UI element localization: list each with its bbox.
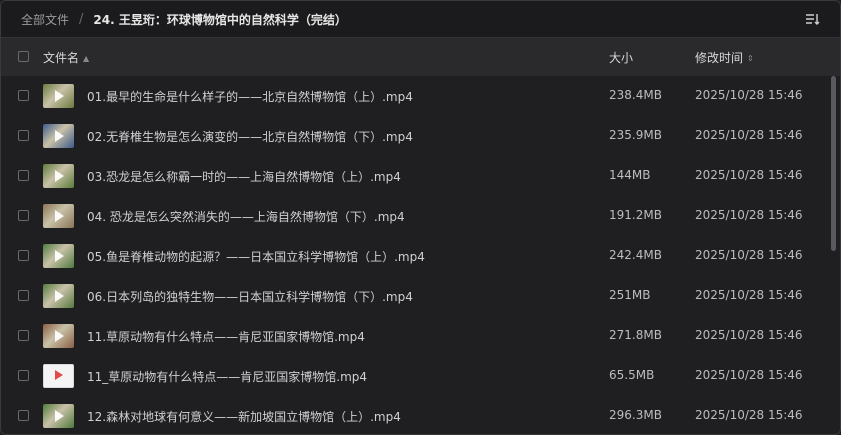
breadcrumb: 全部文件 / 24. 王昱珩：环球博物馆中的自然科学（完结） [1,1,840,38]
table-row[interactable]: 11.草原动物有什么特点——肯尼亚国家博物馆.mp4 271.8MB 2025/10… [1,316,828,356]
table-row[interactable]: 06.日本列岛的独特生物——日本国立科学博物馆（下）.mp4 251MB 2025/… [1,276,828,316]
video-thumbnail [43,84,74,108]
row-checkbox[interactable] [18,210,29,221]
play-icon [55,90,64,102]
breadcrumb-root[interactable]: 全部文件 [21,11,69,28]
row-checkbox[interactable] [18,290,29,301]
table-header: 文件名 ▲ 大小 修改时间 ⇕ [1,38,840,76]
file-name[interactable]: 12.森林对地球有何意义——新加坡国立博物馆（上）.mp4 [87,408,401,425]
table-row[interactable]: 11_草原动物有什么特点——肯尼亚国家博物馆.mp4 65.5MB 2025/10/… [1,356,828,396]
row-checkbox[interactable] [18,90,29,101]
breadcrumb-separator: / [79,11,84,27]
file-browser-window: 全部文件 / 24. 王昱珩：环球博物馆中的自然科学（完结） 文件名 ▲ 大小 修… [0,0,841,435]
column-header-size[interactable]: 大小 [609,49,633,66]
file-name[interactable]: 05.鱼是脊椎动物的起源？——日本国立科学博物馆（上）.mp4 [87,248,425,265]
play-icon [55,210,64,222]
table-row[interactable]: 02.无脊椎生物是怎么演变的——北京自然博物馆（下）.mp4 235.9MB 202… [1,116,828,156]
video-thumbnail [43,404,74,428]
column-header-name[interactable]: 文件名 ▲ [43,49,89,66]
play-icon [55,410,64,422]
file-modified-time: 2025/10/28 15:46 [695,128,803,142]
play-icon [55,170,64,182]
file-modified-time: 2025/10/28 15:46 [695,368,803,382]
file-modified-time: 2025/10/28 15:46 [695,288,803,302]
play-icon [55,290,64,302]
video-thumbnail [43,204,74,228]
file-modified-time: 2025/10/28 15:46 [695,328,803,342]
video-thumbnail [43,124,74,148]
file-size: 296.3MB [609,408,662,422]
file-size: 235.9MB [609,128,662,142]
breadcrumb-current-folder: 24. 王昱珩：环球博物馆中的自然科学（完结） [93,12,347,27]
play-icon [55,370,63,380]
play-icon [55,330,64,342]
file-size: 144MB [609,168,651,182]
file-size: 271.8MB [609,328,662,342]
file-list: 01.最早的生命是什么样子的——北京自然博物馆（上）.mp4 238.4MB 202… [1,76,828,434]
video-file-icon [43,364,74,388]
row-checkbox[interactable] [18,250,29,261]
file-size: 191.2MB [609,208,662,222]
file-modified-time: 2025/10/28 15:46 [695,408,803,422]
vertical-scrollbar[interactable] [831,76,836,251]
file-name[interactable]: 01.最早的生命是什么样子的——北京自然博物馆（上）.mp4 [87,88,413,105]
play-icon [55,250,64,262]
table-row[interactable]: 05.鱼是脊椎动物的起源？——日本国立科学博物馆（上）.mp4 242.4MB 20… [1,236,828,276]
file-name[interactable]: 03.恐龙是怎么称霸一时的——上海自然博物馆（上）.mp4 [87,168,401,185]
file-name[interactable]: 02.无脊椎生物是怎么演变的——北京自然博物馆（下）.mp4 [87,128,413,145]
row-checkbox[interactable] [18,170,29,181]
row-checkbox[interactable] [18,370,29,381]
file-modified-time: 2025/10/28 15:46 [695,88,803,102]
sort-toggle-icon: ⇕ [747,54,754,63]
file-modified-time: 2025/10/28 15:46 [695,248,803,262]
file-size: 65.5MB [609,368,655,382]
play-icon [55,130,64,142]
file-size: 238.4MB [609,88,662,102]
select-all-checkbox[interactable] [18,51,29,62]
table-row[interactable]: 12.森林对地球有何意义——新加坡国立博物馆（上）.mp4 296.3MB 2025… [1,396,828,434]
sort-list-icon[interactable] [804,11,820,27]
video-thumbnail [43,244,74,268]
video-thumbnail [43,164,74,188]
file-size: 242.4MB [609,248,662,262]
video-thumbnail [43,324,74,348]
row-checkbox[interactable] [18,410,29,421]
file-modified-time: 2025/10/28 15:46 [695,208,803,222]
row-checkbox[interactable] [18,330,29,341]
row-checkbox[interactable] [18,130,29,141]
table-row[interactable]: 03.恐龙是怎么称霸一时的——上海自然博物馆（上）.mp4 144MB 2025/1… [1,156,828,196]
table-row[interactable]: 01.最早的生命是什么样子的——北京自然博物馆（上）.mp4 238.4MB 202… [1,76,828,116]
file-name[interactable]: 11_草原动物有什么特点——肯尼亚国家博物馆.mp4 [87,368,367,385]
file-modified-time: 2025/10/28 15:46 [695,168,803,182]
video-thumbnail [43,284,74,308]
file-name[interactable]: 06.日本列岛的独特生物——日本国立科学博物馆（下）.mp4 [87,288,413,305]
sort-ascending-icon: ▲ [83,54,90,63]
file-size: 251MB [609,288,651,302]
table-row[interactable]: 04. 恐龙是怎么突然消失的——上海自然博物馆（下）.mp4 191.2MB 202… [1,196,828,236]
file-name[interactable]: 04. 恐龙是怎么突然消失的——上海自然博物馆（下）.mp4 [87,208,405,225]
file-name[interactable]: 11.草原动物有什么特点——肯尼亚国家博物馆.mp4 [87,328,365,345]
column-header-mtime[interactable]: 修改时间 ⇕ [695,49,754,66]
